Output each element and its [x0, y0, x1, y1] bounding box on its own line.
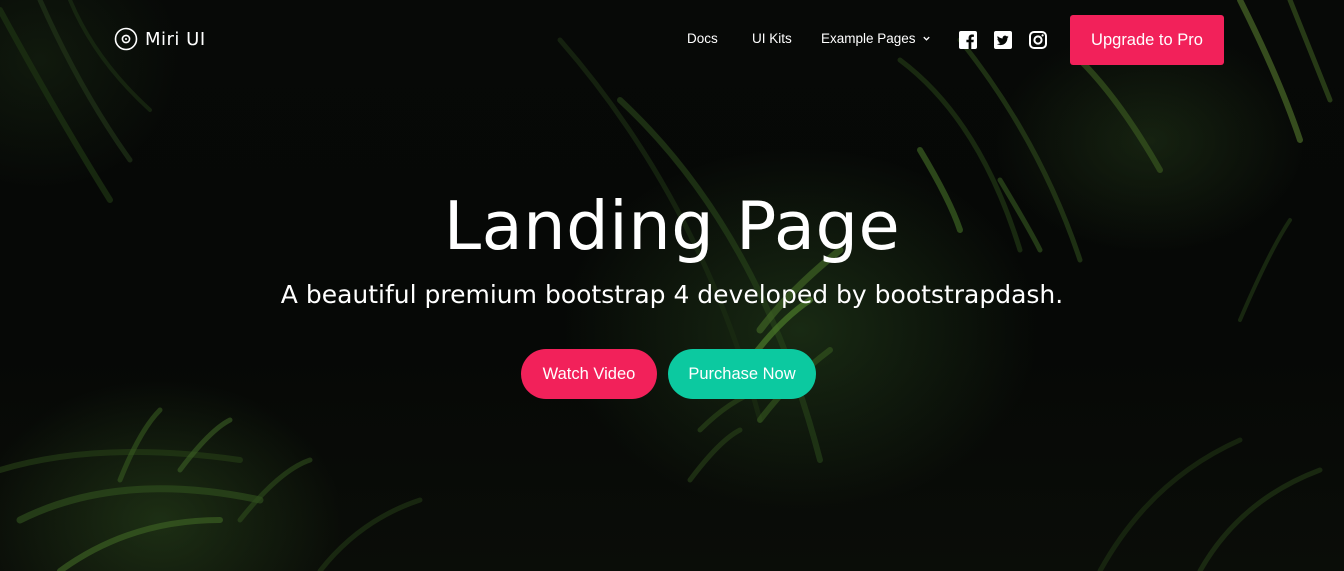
brand-logo-link[interactable]: Miri UI	[114, 27, 206, 51]
top-navbar: Miri UI Docs UI Kits Example Pages Upgra…	[0, 0, 1344, 80]
nav-link-docs[interactable]: Docs	[687, 31, 718, 46]
hero-title: Landing Page	[443, 187, 901, 265]
instagram-icon[interactable]	[1029, 31, 1047, 49]
twitter-icon[interactable]	[994, 31, 1012, 49]
brand-name: Miri UI	[145, 28, 206, 50]
upgrade-to-pro-button[interactable]: Upgrade to Pro	[1070, 15, 1224, 65]
nav-dropdown-example-pages[interactable]: Example Pages	[821, 31, 931, 46]
facebook-icon[interactable]	[959, 31, 977, 49]
nav-dropdown-label: Example Pages	[821, 31, 916, 46]
chevron-down-icon	[922, 36, 930, 41]
disc-icon	[114, 27, 138, 51]
watch-video-button[interactable]: Watch Video	[521, 349, 657, 399]
purchase-now-button[interactable]: Purchase Now	[668, 349, 816, 399]
hero-cta-group: Watch Video Purchase Now	[0, 349, 1344, 399]
hero-section: Miri UI Docs UI Kits Example Pages Upgra…	[0, 0, 1344, 571]
nav-link-ui-kits[interactable]: UI Kits	[752, 31, 792, 46]
hero-subtitle: A beautiful premium bootstrap 4 develope…	[280, 280, 1064, 309]
